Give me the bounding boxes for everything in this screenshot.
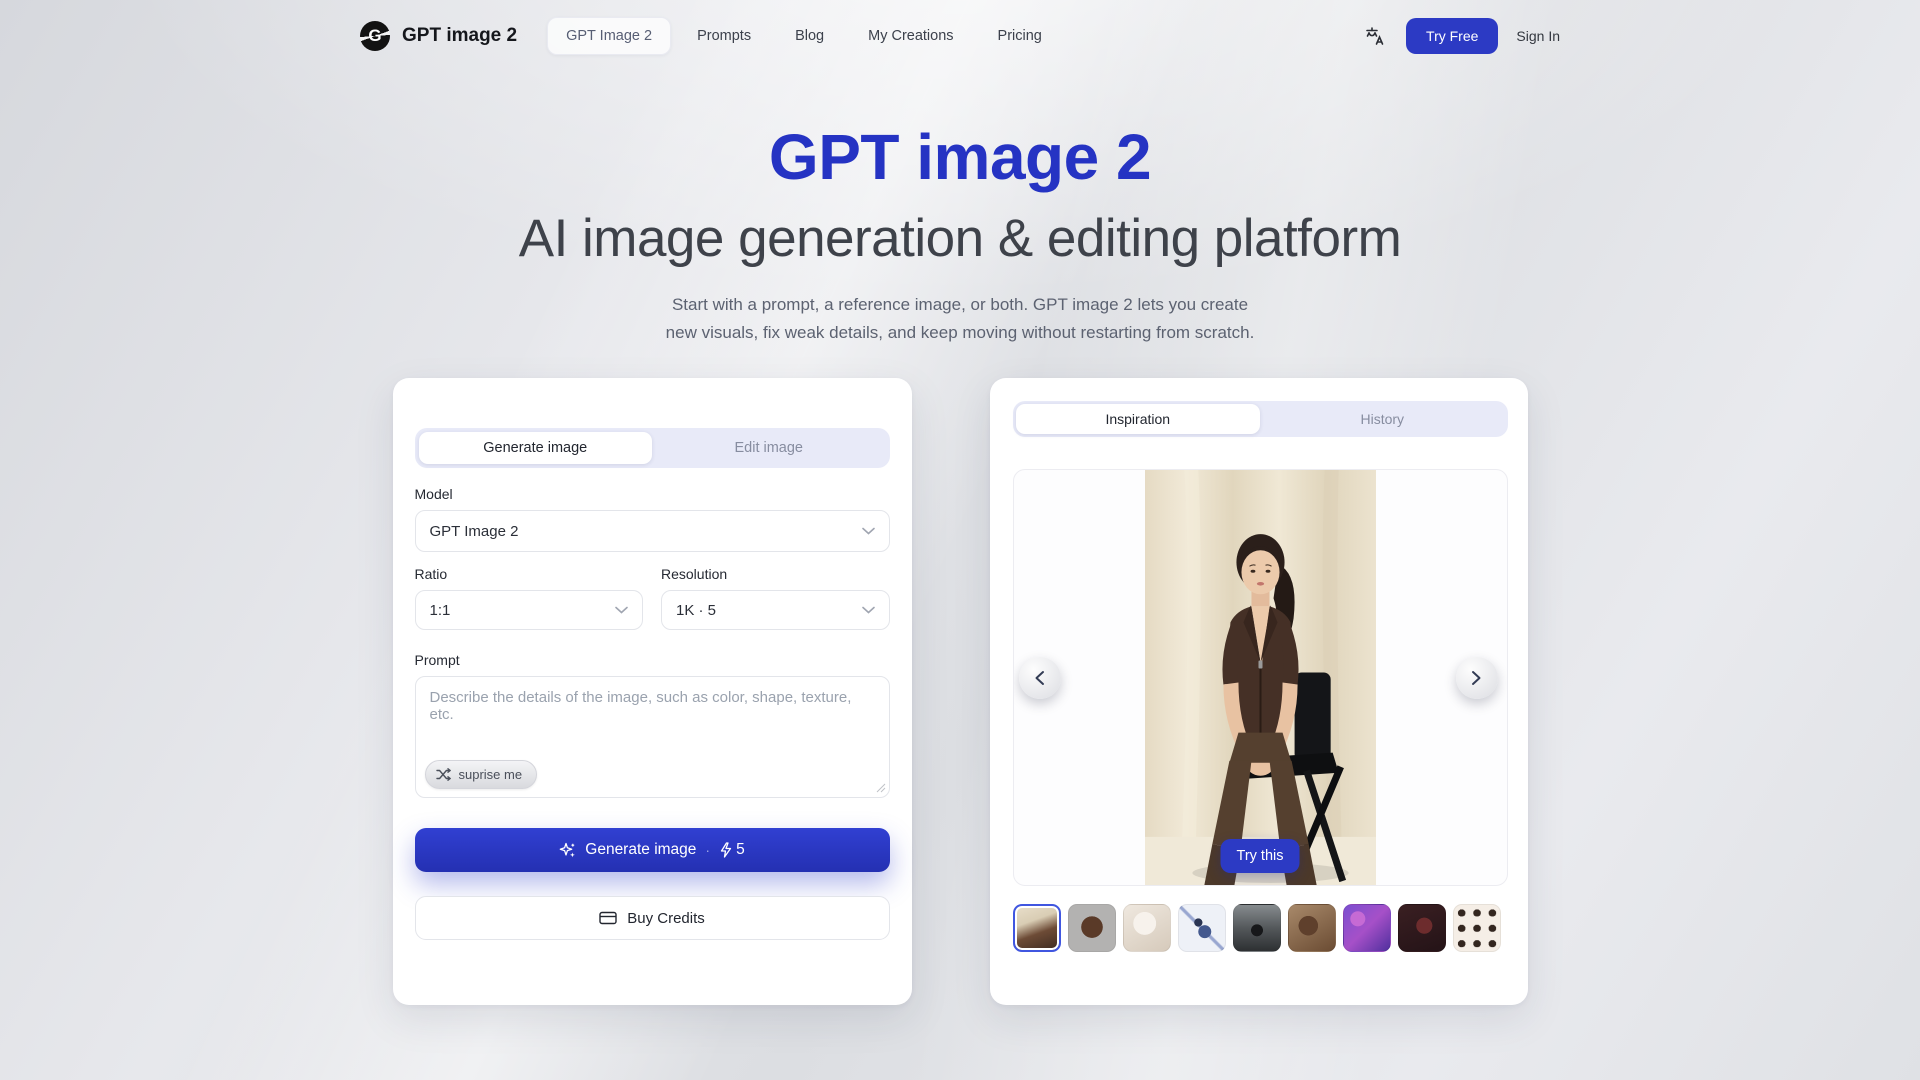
chevron-down-icon bbox=[862, 606, 875, 614]
button-separator: · bbox=[705, 842, 710, 858]
nav-item-blog[interactable]: Blog bbox=[777, 18, 842, 54]
brand-name: GPT image 2 bbox=[402, 25, 517, 47]
inspiration-image[interactable] bbox=[1145, 470, 1376, 885]
sign-in-link[interactable]: Sign In bbox=[1516, 28, 1560, 44]
chevron-down-icon bbox=[862, 527, 875, 535]
nav-item-gpt-image-2[interactable]: GPT Image 2 bbox=[547, 17, 671, 55]
thumbnail-white-dress-recline[interactable] bbox=[1123, 904, 1171, 952]
generator-tabbar: Generate imageEdit image bbox=[415, 428, 890, 468]
shuffle-icon bbox=[436, 768, 451, 781]
credit-count: 5 bbox=[736, 841, 745, 859]
surprise-me-button[interactable]: suprise me bbox=[425, 760, 538, 789]
thumbnail-brown-outfit-portrait[interactable] bbox=[1013, 904, 1061, 952]
model-label: Model bbox=[415, 486, 890, 502]
generator-tab-edit-image[interactable]: Edit image bbox=[652, 432, 886, 464]
hero-description-line2: new visuals, fix weak details, and keep … bbox=[666, 323, 1255, 342]
page-title: GPT image 2 bbox=[0, 120, 1920, 194]
resolution-label: Resolution bbox=[661, 566, 890, 582]
credit-card-icon bbox=[599, 911, 617, 925]
language-icon[interactable] bbox=[1362, 23, 1388, 49]
thumbnail-cafe-brown-dress[interactable] bbox=[1288, 904, 1336, 952]
buy-credits-label: Buy Credits bbox=[627, 910, 705, 927]
try-free-button[interactable]: Try Free bbox=[1406, 18, 1498, 54]
nav-item-pricing[interactable]: Pricing bbox=[980, 18, 1060, 54]
thumbnail-neon-purple-smileys[interactable] bbox=[1343, 904, 1391, 952]
thumbnail-portrait-grid[interactable] bbox=[1453, 904, 1501, 952]
hero: GPT image 2 AI image generation & editin… bbox=[0, 120, 1920, 346]
nav-links: GPT Image 2PromptsBlogMy CreationsPricin… bbox=[547, 17, 1060, 55]
logo-letter: G bbox=[368, 26, 381, 46]
ratio-label: Ratio bbox=[415, 566, 644, 582]
resize-handle[interactable] bbox=[876, 783, 886, 793]
prompt-label: Prompt bbox=[415, 652, 890, 668]
thumbnail-leopard-jacket-pose[interactable] bbox=[1068, 904, 1116, 952]
inspiration-tab-history[interactable]: History bbox=[1260, 404, 1505, 434]
resolution-select[interactable]: 1K · 5 bbox=[661, 590, 890, 630]
generator-card: Generate imageEdit image Model GPT Image… bbox=[393, 378, 912, 1005]
inspiration-tabbar: InspirationHistory bbox=[1013, 401, 1508, 437]
chevron-down-icon bbox=[615, 606, 628, 614]
generate-image-button[interactable]: Generate image · 5 bbox=[415, 828, 890, 872]
carousel-prev-button[interactable] bbox=[1019, 657, 1061, 699]
sparkles-icon bbox=[559, 842, 576, 859]
chevron-right-icon bbox=[1471, 670, 1482, 686]
logo-icon: G bbox=[360, 21, 390, 51]
credit-cost: 5 bbox=[719, 841, 745, 859]
thumbnail-night-road-scene[interactable] bbox=[1233, 904, 1281, 952]
generator-tab-generate-image[interactable]: Generate image bbox=[419, 432, 653, 464]
model-select[interactable]: GPT Image 2 bbox=[415, 510, 890, 552]
thumbnail-strip bbox=[1013, 904, 1508, 952]
brand[interactable]: G GPT image 2 bbox=[360, 21, 517, 51]
chevron-left-icon bbox=[1034, 670, 1045, 686]
inspiration-carousel: Try this bbox=[1013, 469, 1508, 886]
surprise-me-label: suprise me bbox=[459, 767, 523, 782]
header-right: Try Free Sign In bbox=[1362, 18, 1560, 54]
thumbnail-dark-bar-scene[interactable] bbox=[1398, 904, 1446, 952]
hero-description: Start with a prompt, a reference image, … bbox=[0, 291, 1920, 346]
resolution-value: 1K · 5 bbox=[676, 602, 716, 619]
ratio-value: 1:1 bbox=[430, 602, 451, 619]
buy-credits-button[interactable]: Buy Credits bbox=[415, 896, 890, 940]
header: G GPT image 2 GPT Image 2PromptsBlogMy C… bbox=[360, 0, 1560, 72]
generate-image-label: Generate image bbox=[585, 841, 696, 859]
ratio-field: Ratio 1:1 bbox=[415, 566, 644, 630]
nav-item-my-creations[interactable]: My Creations bbox=[850, 18, 971, 54]
nav-item-prompts[interactable]: Prompts bbox=[679, 18, 769, 54]
resolution-field: Resolution 1K · 5 bbox=[661, 566, 890, 630]
model-value: GPT Image 2 bbox=[430, 523, 519, 540]
ratio-select[interactable]: 1:1 bbox=[415, 590, 644, 630]
carousel-next-button[interactable] bbox=[1456, 657, 1498, 699]
inspiration-card: InspirationHistory bbox=[990, 378, 1528, 1005]
hero-description-line1: Start with a prompt, a reference image, … bbox=[672, 295, 1248, 314]
prompt-wrap: suprise me bbox=[415, 676, 890, 798]
inspiration-tab-inspiration[interactable]: Inspiration bbox=[1016, 404, 1261, 434]
thumbnail-blue-sketch-illustration[interactable] bbox=[1178, 904, 1226, 952]
try-this-button[interactable]: Try this bbox=[1221, 839, 1300, 873]
zap-icon bbox=[719, 842, 733, 858]
page-subtitle: AI image generation & editing platform bbox=[0, 208, 1920, 269]
